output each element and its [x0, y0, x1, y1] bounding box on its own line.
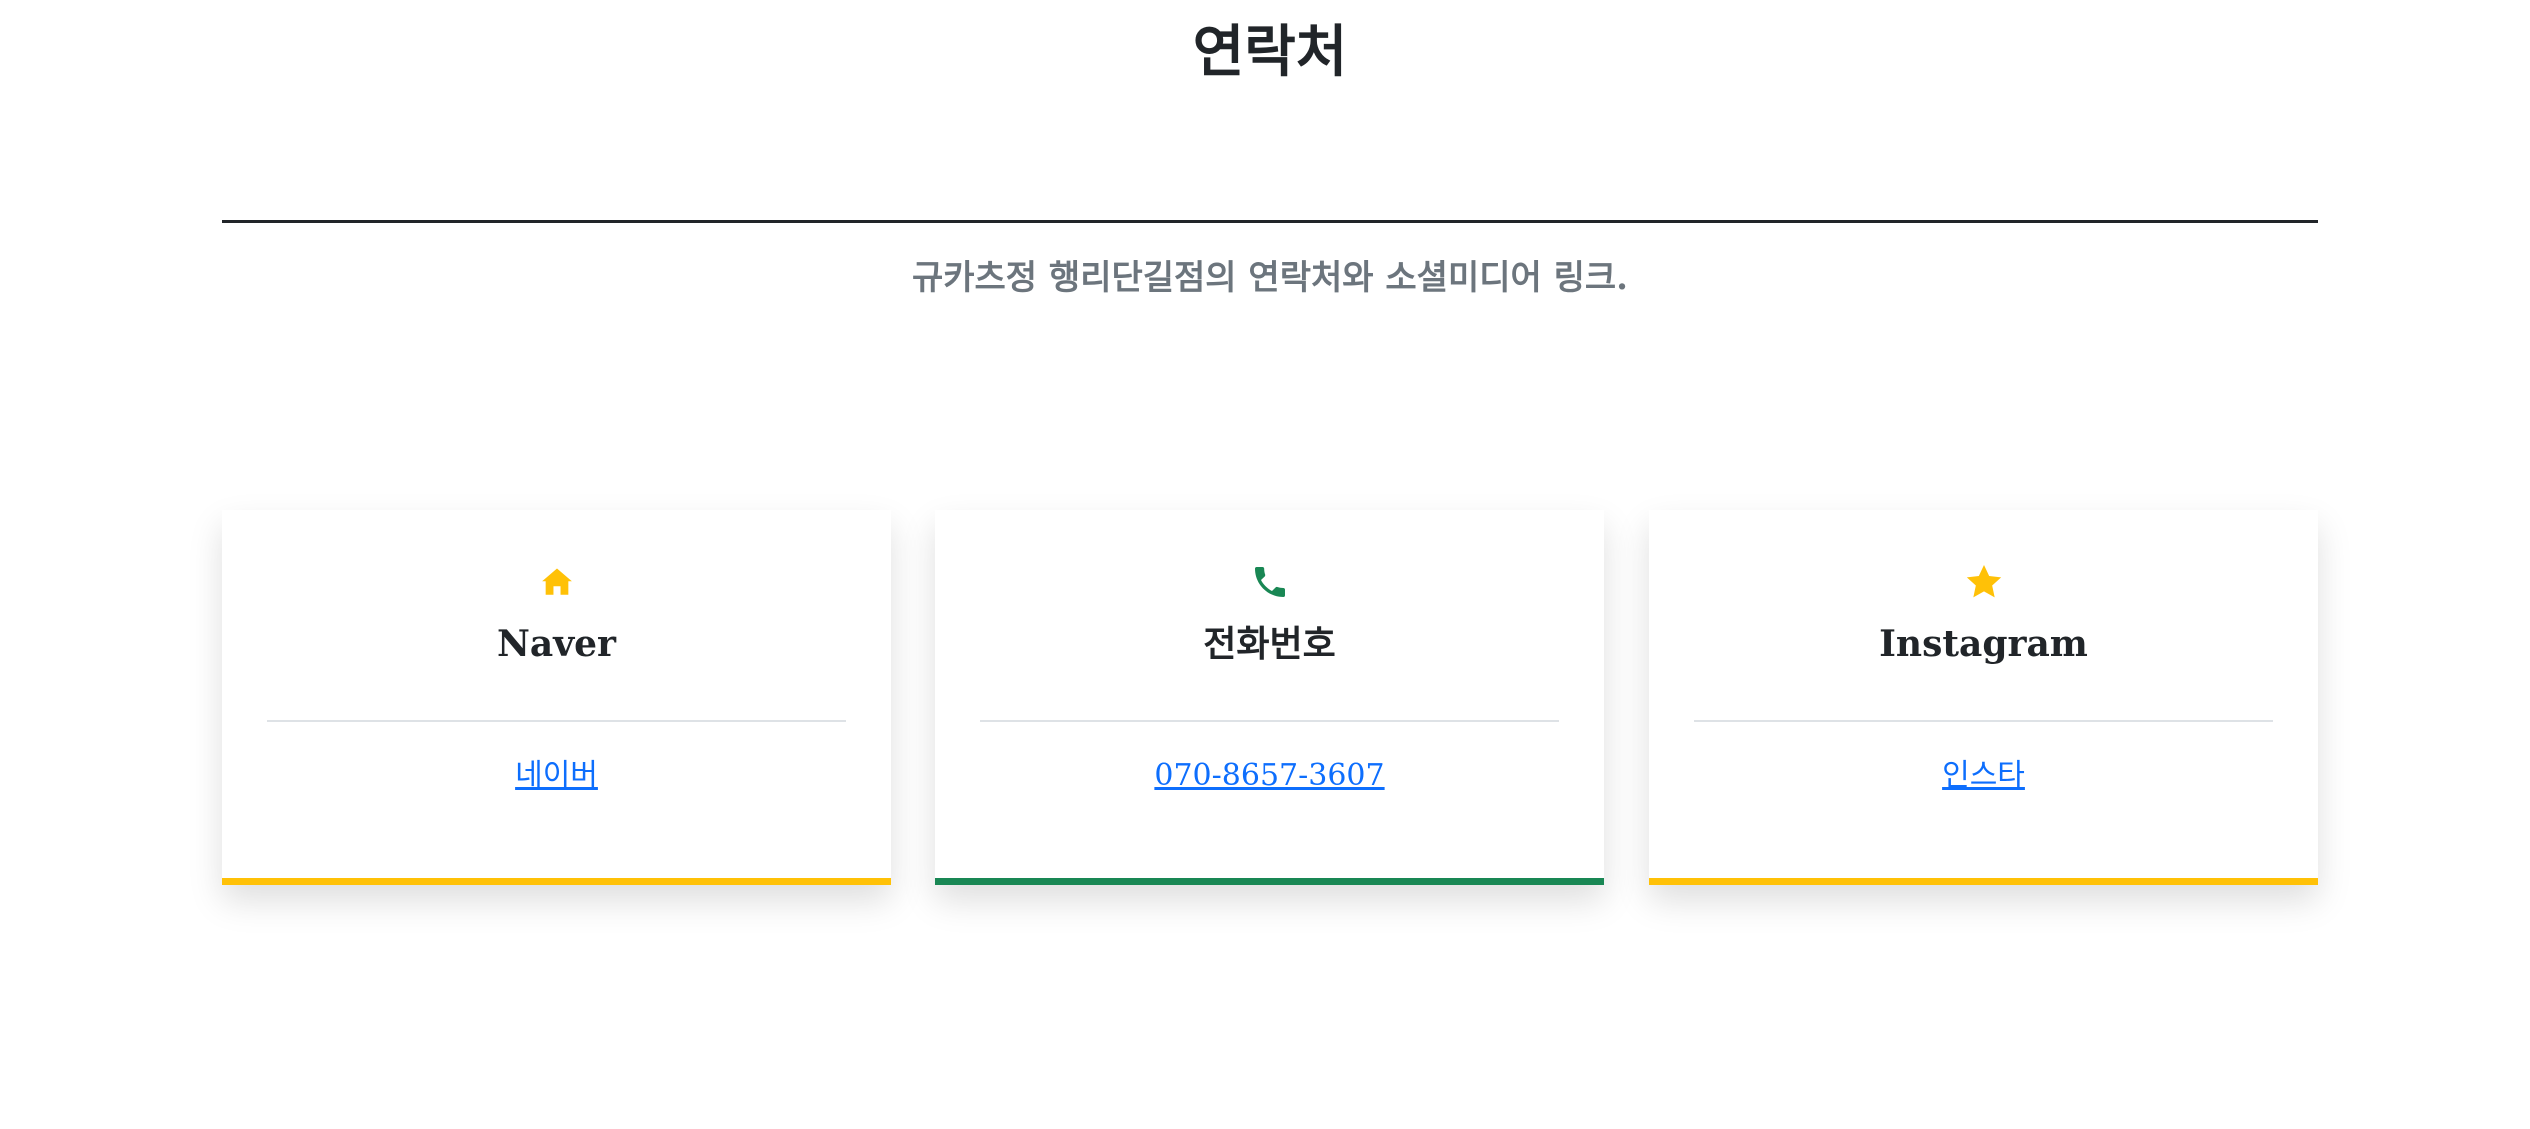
card-accent-bar [935, 878, 1604, 885]
page-title: 연락처 [1192, 19, 1348, 85]
card-divider [980, 720, 1559, 722]
phone-number-link[interactable]: 070-8657-3607 [1154, 758, 1384, 793]
card-title-naver: Naver [496, 623, 617, 665]
card-title-instagram: Instagram [1879, 623, 2088, 665]
title-divider [222, 220, 2318, 223]
card-title-phone: 전화번호 [1203, 623, 1336, 665]
card-divider [267, 720, 846, 722]
card-accent-bar [222, 878, 891, 885]
instagram-card: Instagram 인스타 [1649, 510, 2318, 885]
phone-icon [1250, 562, 1290, 606]
contact-page: 연락처 규카츠정 행리단길점의 연락처와 소셜미디어 링크. Naver 네이버 [0, 0, 2530, 1129]
card-divider [1694, 720, 2273, 722]
phone-card: 전화번호 070-8657-3607 [935, 510, 1604, 885]
naver-card: Naver 네이버 [222, 510, 891, 885]
star-icon [1964, 562, 2004, 606]
naver-link[interactable]: 네이버 [515, 758, 598, 793]
instagram-link[interactable]: 인스타 [1942, 758, 2025, 793]
card-accent-bar [1649, 878, 2318, 885]
contact-cards: Naver 네이버 전화번호 070-8657-3607 Instagram 인… [222, 510, 2318, 885]
house-icon [540, 565, 574, 603]
page-subtitle: 규카츠정 행리단길점의 연락처와 소셜미디어 링크. [911, 258, 1629, 298]
